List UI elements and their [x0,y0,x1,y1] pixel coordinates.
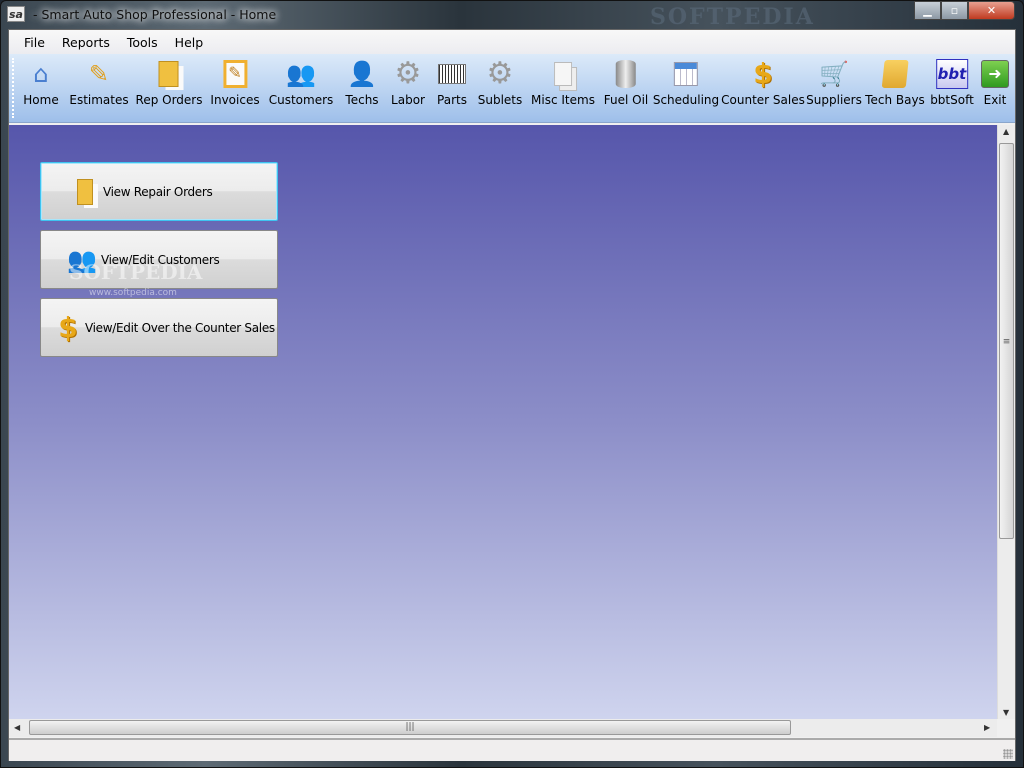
toolbar-exit[interactable]: ➜ Exit [979,58,1011,107]
users-icon: 👥 [286,60,316,88]
vertical-scroll-thumb[interactable]: ≡ [999,143,1014,539]
menu-bar: File Reports Tools Help [9,30,1015,54]
horizontal-scroll-thumb[interactable]: ||| [29,720,791,735]
vertical-scrollbar[interactable]: ▲ ≡ ▼ [997,125,1015,719]
scroll-right-icon[interactable]: ▶ [984,723,990,732]
exit-icon: ➜ [979,58,1011,90]
documents-icon [547,58,579,90]
scroll-down-icon[interactable]: ▼ [1003,708,1009,717]
barrel-icon [610,58,642,90]
status-bar [9,738,1015,761]
client-area: File Reports Tools Help ⌂ Home ✎ Estimates… [8,29,1016,761]
users-icon: 👥 [67,245,97,274]
view-repair-orders-button[interactable]: View Repair Orders [40,162,278,221]
view-edit-customers-button[interactable]: 👥 View/Edit Customers [40,230,278,289]
horizontal-scrollbar[interactable]: ◀ ||| ▶ [9,719,997,737]
app-icon[interactable]: sa [7,6,25,22]
dollar-icon: $ [58,311,78,344]
scroll-up-icon[interactable]: ▲ [1003,127,1009,136]
toolbar-grip[interactable] [12,58,14,118]
gear-icon: ⚙ [394,56,422,91]
document-pencil-icon: ✎ [88,60,110,88]
toolbar-misc-items[interactable]: Misc Items [531,58,595,107]
watermark-url: www.softpedia.com [89,288,177,298]
toolbar-home[interactable]: ⌂ Home [23,58,58,107]
user-icon: 👤 [347,60,377,88]
maximize-icon: ▫ [950,4,959,17]
toolbar-bbtsoft[interactable]: bbt bbtSoft [930,58,974,107]
clipboard-pencil-icon: ✎ [219,58,251,90]
toolbar-counter-sales[interactable]: $ Counter Sales [721,57,805,108]
toolbar-estimates[interactable]: ✎ Estimates [69,58,128,107]
dollar-icon: $ [753,57,773,90]
scroll-icon [879,58,911,90]
toolbar-customers[interactable]: 👥 Customers [269,58,334,107]
watermark: SOFTPEDIA [650,4,815,30]
toolbar-scheduling[interactable]: Scheduling [653,58,719,107]
menu-file[interactable]: File [16,30,53,54]
scroll-left-icon[interactable]: ◀ [14,723,20,732]
resize-grip-icon[interactable] [1003,749,1013,759]
title-bar[interactable]: sa - Smart Auto Shop Professional - Home… [0,0,1024,30]
menu-tools[interactable]: Tools [119,30,166,54]
close-button[interactable]: ✕ [968,1,1015,20]
toolbar: ⌂ Home ✎ Estimates Rep Orders ✎ Invoices 👥 C… [9,54,1015,123]
calendar-icon [670,58,702,90]
gear-pencil-icon: ⚙ [486,56,514,91]
toolbar-tech-bays[interactable]: Tech Bays [865,58,925,107]
view-edit-counter-sales-button[interactable]: $ View/Edit Over the Counter Sales [40,298,278,357]
maximize-button[interactable]: ▫ [941,1,968,20]
toolbar-sublets[interactable]: ⚙ Sublets [478,56,523,108]
home-panel: View Repair Orders 👥 View/Edit Customers… [9,125,997,719]
clipboard-folder-icon [153,58,185,90]
toolbar-fuel-oil[interactable]: Fuel Oil [604,58,648,107]
toolbar-labor[interactable]: ⚙ Labor [391,56,425,108]
window-title: - Smart Auto Shop Professional - Home [33,7,277,22]
toolbar-rep-orders[interactable]: Rep Orders [136,58,202,107]
menu-reports[interactable]: Reports [54,30,118,54]
minimize-button[interactable]: ▁ [914,1,941,20]
barcode-icon [436,58,468,90]
minimize-icon: ▁ [923,4,932,17]
toolbar-parts[interactable]: Parts [436,58,468,107]
close-icon: ✕ [986,4,997,17]
toolbar-suppliers[interactable]: 🛒 Suppliers [806,58,862,107]
cart-icon: 🛒 [819,60,849,88]
menu-help[interactable]: Help [167,30,212,54]
bbt-logo-icon: bbt [936,58,968,90]
toolbar-techs[interactable]: 👤 Techs [345,58,378,107]
house-icon: ⌂ [33,60,49,88]
toolbar-invoices[interactable]: ✎ Invoices [210,58,260,107]
clipboard-folder-icon [70,177,100,207]
